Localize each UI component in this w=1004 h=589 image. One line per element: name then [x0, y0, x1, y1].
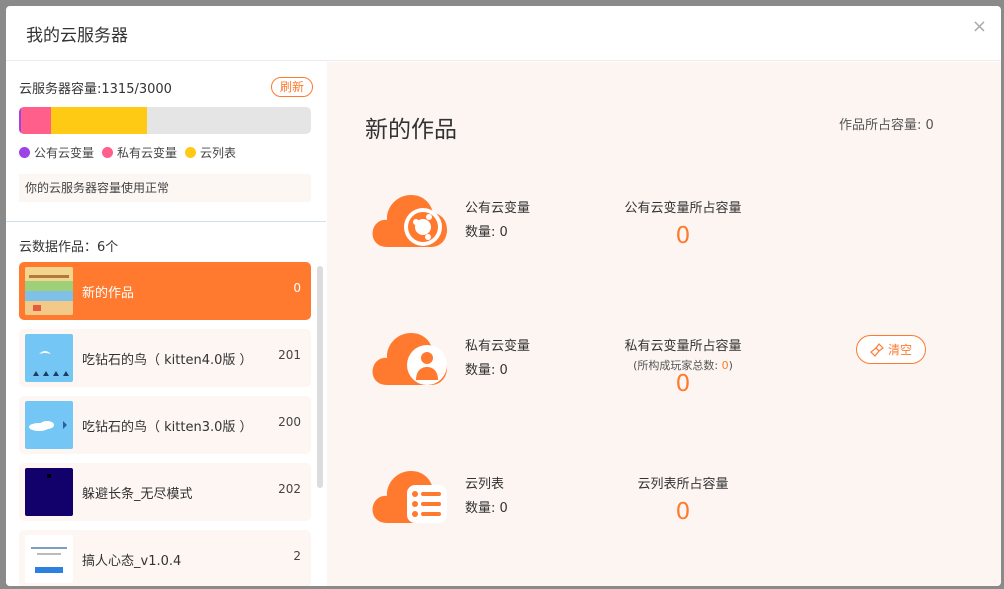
capacity-legend: 公有云变量 私有云变量 云列表	[19, 144, 313, 161]
capacity-bar	[19, 107, 311, 134]
work-detail-panel: 新的作品 作品所占容量: 0 公有云变量 数量: 0 公有云变量所占容量 0 私…	[327, 62, 1001, 586]
public-capacity-value: 0	[675, 223, 691, 249]
private-variable-count: 数量: 0	[465, 363, 508, 378]
work-list-item[interactable]: 新的作品 0	[19, 262, 311, 320]
refresh-button[interactable]: 刷新	[270, 77, 313, 97]
cloud-list-icon	[372, 471, 447, 523]
work-count: 202	[278, 482, 301, 496]
work-list-item[interactable]: 吃钻石的鸟（ kitten4.0版 ） 201	[19, 329, 311, 387]
legend-item: 公有云变量	[19, 144, 94, 161]
work-list-item[interactable]: 搞人心态_v1.0.4 2	[19, 530, 311, 586]
legend-dot-icon	[19, 147, 30, 158]
broom-icon	[870, 342, 884, 357]
work-title: 新的作品	[365, 117, 457, 143]
capacity-panel: 云服务器容量:1315/3000 刷新 公有云变量 私有云变量 云列表 你的云服务器…	[6, 62, 326, 222]
work-name: 搞人心态_v1.0.4	[82, 553, 182, 569]
work-thumbnail	[25, 468, 73, 516]
public-variable-count: 数量: 0	[465, 225, 508, 240]
list-capacity-value: 0	[675, 499, 691, 525]
work-list-item[interactable]: 吃钻石的鸟（ kitten3.0版 ） 200	[19, 396, 311, 454]
work-thumbnail	[25, 401, 73, 449]
modal-header: 我的云服务器 ×	[6, 6, 1001, 61]
public-variable-name: 公有云变量	[465, 201, 531, 216]
cloud-list-section: 云列表 数量: 0 云列表所占容量 0	[327, 463, 1001, 543]
work-thumbnail	[25, 267, 73, 315]
work-list-item[interactable]: 躲避长条_无尽模式 202	[19, 463, 311, 521]
sidebar: 云服务器容量:1315/3000 刷新 公有云变量 私有云变量 云列表 你的云服务器…	[6, 62, 326, 586]
capacity-segment	[21, 107, 52, 134]
work-list: 新的作品 0 吃钻石的鸟（ kitten4.0版 ） 201 吃钻石的鸟（ kitten…	[19, 262, 311, 586]
private-variable-section: 私有云变量 数量: 0 私有云变量所占容量 (所构成玩家总数: 0) 0 清空	[327, 325, 1001, 405]
work-count: 201	[278, 348, 301, 362]
private-cloud-icon	[372, 333, 447, 385]
legend-label: 云列表	[200, 146, 237, 160]
legend-item: 私有云变量	[102, 144, 177, 161]
legend-dot-icon	[185, 147, 197, 158]
list-capacity-label: 云列表所占容量	[637, 477, 729, 492]
cloud-server-modal: 我的云服务器 × 云服务器容量:1315/3000 刷新 公有云变量 私有云变量云…	[6, 6, 1001, 586]
work-count: 0	[293, 281, 301, 295]
private-capacity-label: 私有云变量所占容量	[624, 339, 742, 354]
private-capacity-value: 0	[675, 371, 691, 397]
work-list-scrollbar[interactable]	[317, 266, 323, 488]
clear-button[interactable]: 清空	[856, 335, 926, 364]
public-variable-section: 公有云变量 数量: 0 公有云变量所占容量 0	[327, 187, 1001, 267]
works-count-header: 云数据作品：6个	[19, 240, 119, 255]
work-thumbnail	[25, 334, 73, 382]
legend-label: 私有云变量	[117, 146, 178, 160]
legend-label: 公有云变量	[34, 146, 95, 160]
work-name: 吃钻石的鸟（ kitten4.0版 ）	[82, 352, 253, 368]
work-thumbnail	[25, 535, 73, 583]
work-name: 新的作品	[82, 285, 135, 301]
modal-title: 我的云服务器	[26, 25, 128, 46]
legend-item: 云列表	[185, 144, 236, 161]
public-cloud-icon	[372, 195, 447, 247]
work-total-capacity: 作品所占容量: 0	[839, 118, 934, 133]
clear-button-label: 清空	[887, 343, 912, 357]
work-count: 2	[293, 549, 301, 563]
capacity-segment	[51, 107, 147, 134]
cloud-list-name: 云列表	[465, 477, 505, 492]
work-name: 躲避长条_无尽模式	[82, 486, 193, 502]
work-count: 200	[278, 415, 301, 429]
cloud-list-count: 数量: 0	[465, 501, 508, 516]
public-capacity-label: 公有云变量所占容量	[624, 201, 742, 216]
capacity-label: 云服务器容量:1315/3000	[19, 81, 172, 97]
private-variable-name: 私有云变量	[465, 339, 531, 354]
work-name: 吃钻石的鸟（ kitten3.0版 ）	[82, 419, 253, 435]
close-icon[interactable]: ×	[972, 18, 987, 36]
legend-dot-icon	[102, 147, 114, 158]
capacity-status: 你的云服务器容量使用正常	[19, 174, 311, 202]
